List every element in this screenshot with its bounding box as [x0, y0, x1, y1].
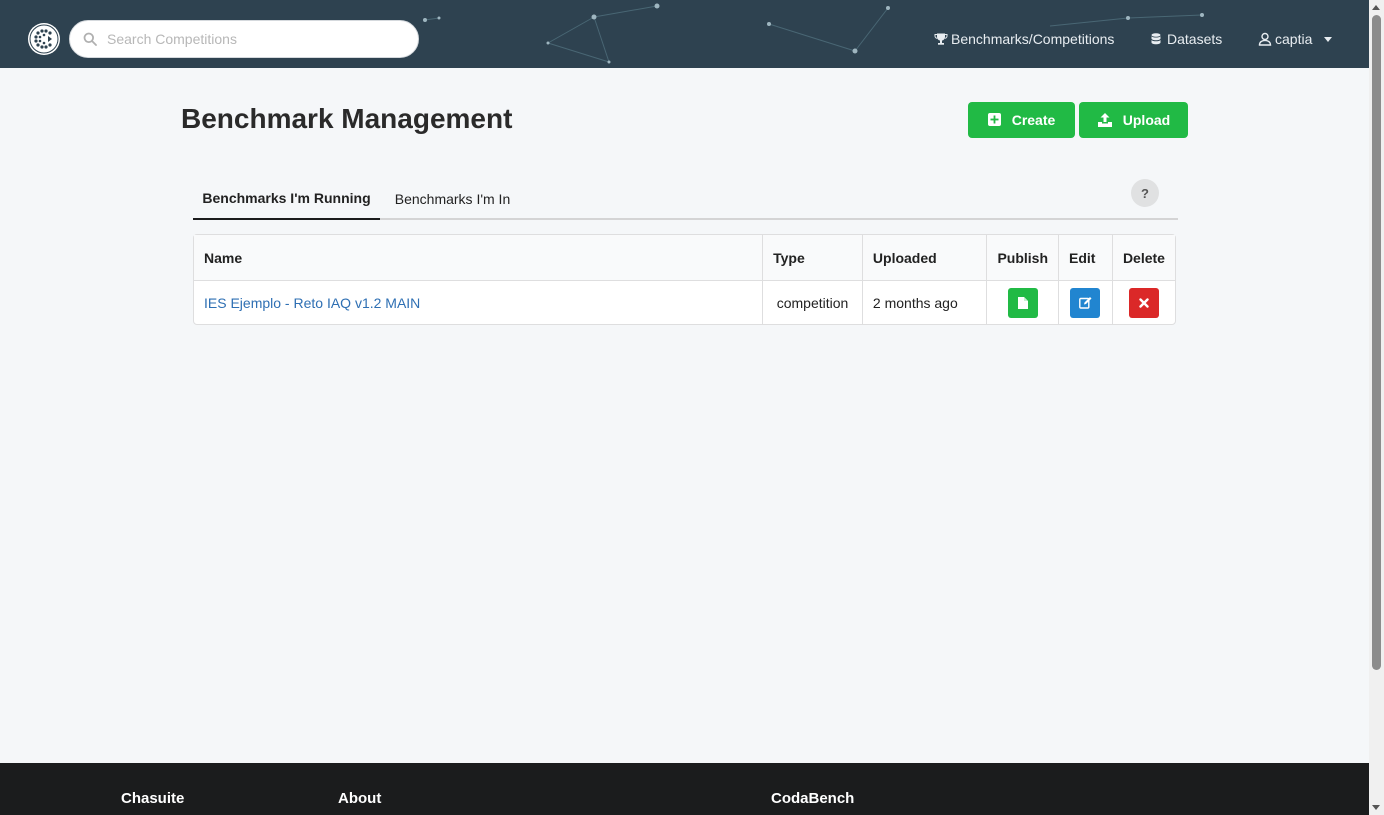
nav-benchmarks-label: Benchmarks/Competitions — [951, 31, 1115, 47]
benchmark-name-link[interactable]: IES Ejemplo - Reto IAQ v1.2 MAIN — [204, 295, 420, 311]
column-header-publish: Publish — [986, 235, 1059, 281]
edit-icon — [1079, 297, 1092, 309]
edit-cell — [1058, 281, 1112, 324]
page-title: Benchmark Management — [181, 103, 513, 134]
chevron-down-icon — [1324, 36, 1333, 42]
search-box[interactable] — [69, 20, 419, 58]
scroll-up-arrow-icon[interactable] — [1372, 5, 1380, 10]
user-icon — [1258, 32, 1272, 46]
edit-button[interactable] — [1070, 287, 1101, 318]
footer-heading-about: About — [338, 790, 382, 807]
footer: Chasuite About CodaBench — [0, 763, 1369, 815]
delete-button[interactable] — [1128, 287, 1159, 318]
scroll-down-arrow-icon[interactable] — [1372, 805, 1380, 810]
database-icon — [1150, 32, 1164, 46]
user-menu[interactable]: captia — [1258, 31, 1333, 47]
plus-square-icon — [987, 113, 1002, 127]
help-button[interactable]: ? — [1131, 179, 1159, 207]
benchmark-name-cell: IES Ejemplo - Reto IAQ v1.2 MAIN — [194, 281, 762, 324]
publish-button[interactable] — [1007, 287, 1038, 318]
tab-benchmarks-running[interactable]: Benchmarks I'm Running — [193, 178, 380, 220]
user-name: captia — [1275, 31, 1313, 47]
tab-benchmarks-in[interactable]: Benchmarks I'm In — [380, 178, 525, 220]
footer-heading-codabench: CodaBench — [771, 790, 855, 807]
create-button[interactable]: Create — [968, 102, 1075, 138]
trophy-icon — [934, 32, 948, 46]
benchmarks-table: Name Type Uploaded Publish Edit Delete I… — [193, 234, 1176, 325]
benchmark-tabs: Benchmarks I'm Running Benchmarks I'm In — [193, 178, 1178, 220]
column-header-name: Name — [194, 235, 763, 281]
nav-benchmarks-link[interactable]: Benchmarks/Competitions — [934, 31, 1114, 47]
vertical-scrollbar[interactable] — [1369, 0, 1384, 815]
file-icon — [1017, 296, 1028, 309]
upload-button-label: Upload — [1122, 112, 1171, 128]
delete-cell — [1111, 281, 1175, 324]
close-icon — [1139, 297, 1149, 308]
benchmark-uploaded: 2 months ago — [861, 281, 987, 324]
nav-datasets-link[interactable]: Datasets — [1150, 31, 1222, 47]
search-icon — [83, 32, 97, 46]
scrollbar-thumb[interactable] — [1372, 15, 1381, 670]
tab-label: Benchmarks I'm In — [394, 191, 511, 207]
codabench-logo[interactable] — [28, 23, 60, 55]
upload-icon — [1097, 113, 1113, 127]
nav-datasets-label: Datasets — [1167, 31, 1223, 47]
create-button-label: Create — [1011, 112, 1056, 128]
footer-heading-chasuite: Chasuite — [121, 790, 185, 807]
column-header-uploaded: Uploaded — [861, 235, 987, 281]
search-input[interactable] — [107, 31, 407, 47]
column-header-delete: Delete — [1111, 235, 1175, 281]
logo-mark-icon — [29, 24, 59, 54]
table-row: IES Ejemplo - Reto IAQ v1.2 MAIN competi… — [194, 281, 1175, 324]
column-header-edit: Edit — [1058, 235, 1112, 281]
tab-label: Benchmarks I'm Running — [202, 190, 371, 206]
benchmark-type: competition — [762, 281, 862, 324]
upload-button[interactable]: Upload — [1079, 102, 1188, 138]
top-navbar: Benchmarks/Competitions Datasets captia — [0, 0, 1369, 68]
column-header-type: Type — [762, 235, 862, 281]
table-header-row: Name Type Uploaded Publish Edit Delete — [194, 235, 1175, 281]
publish-cell — [986, 281, 1058, 324]
